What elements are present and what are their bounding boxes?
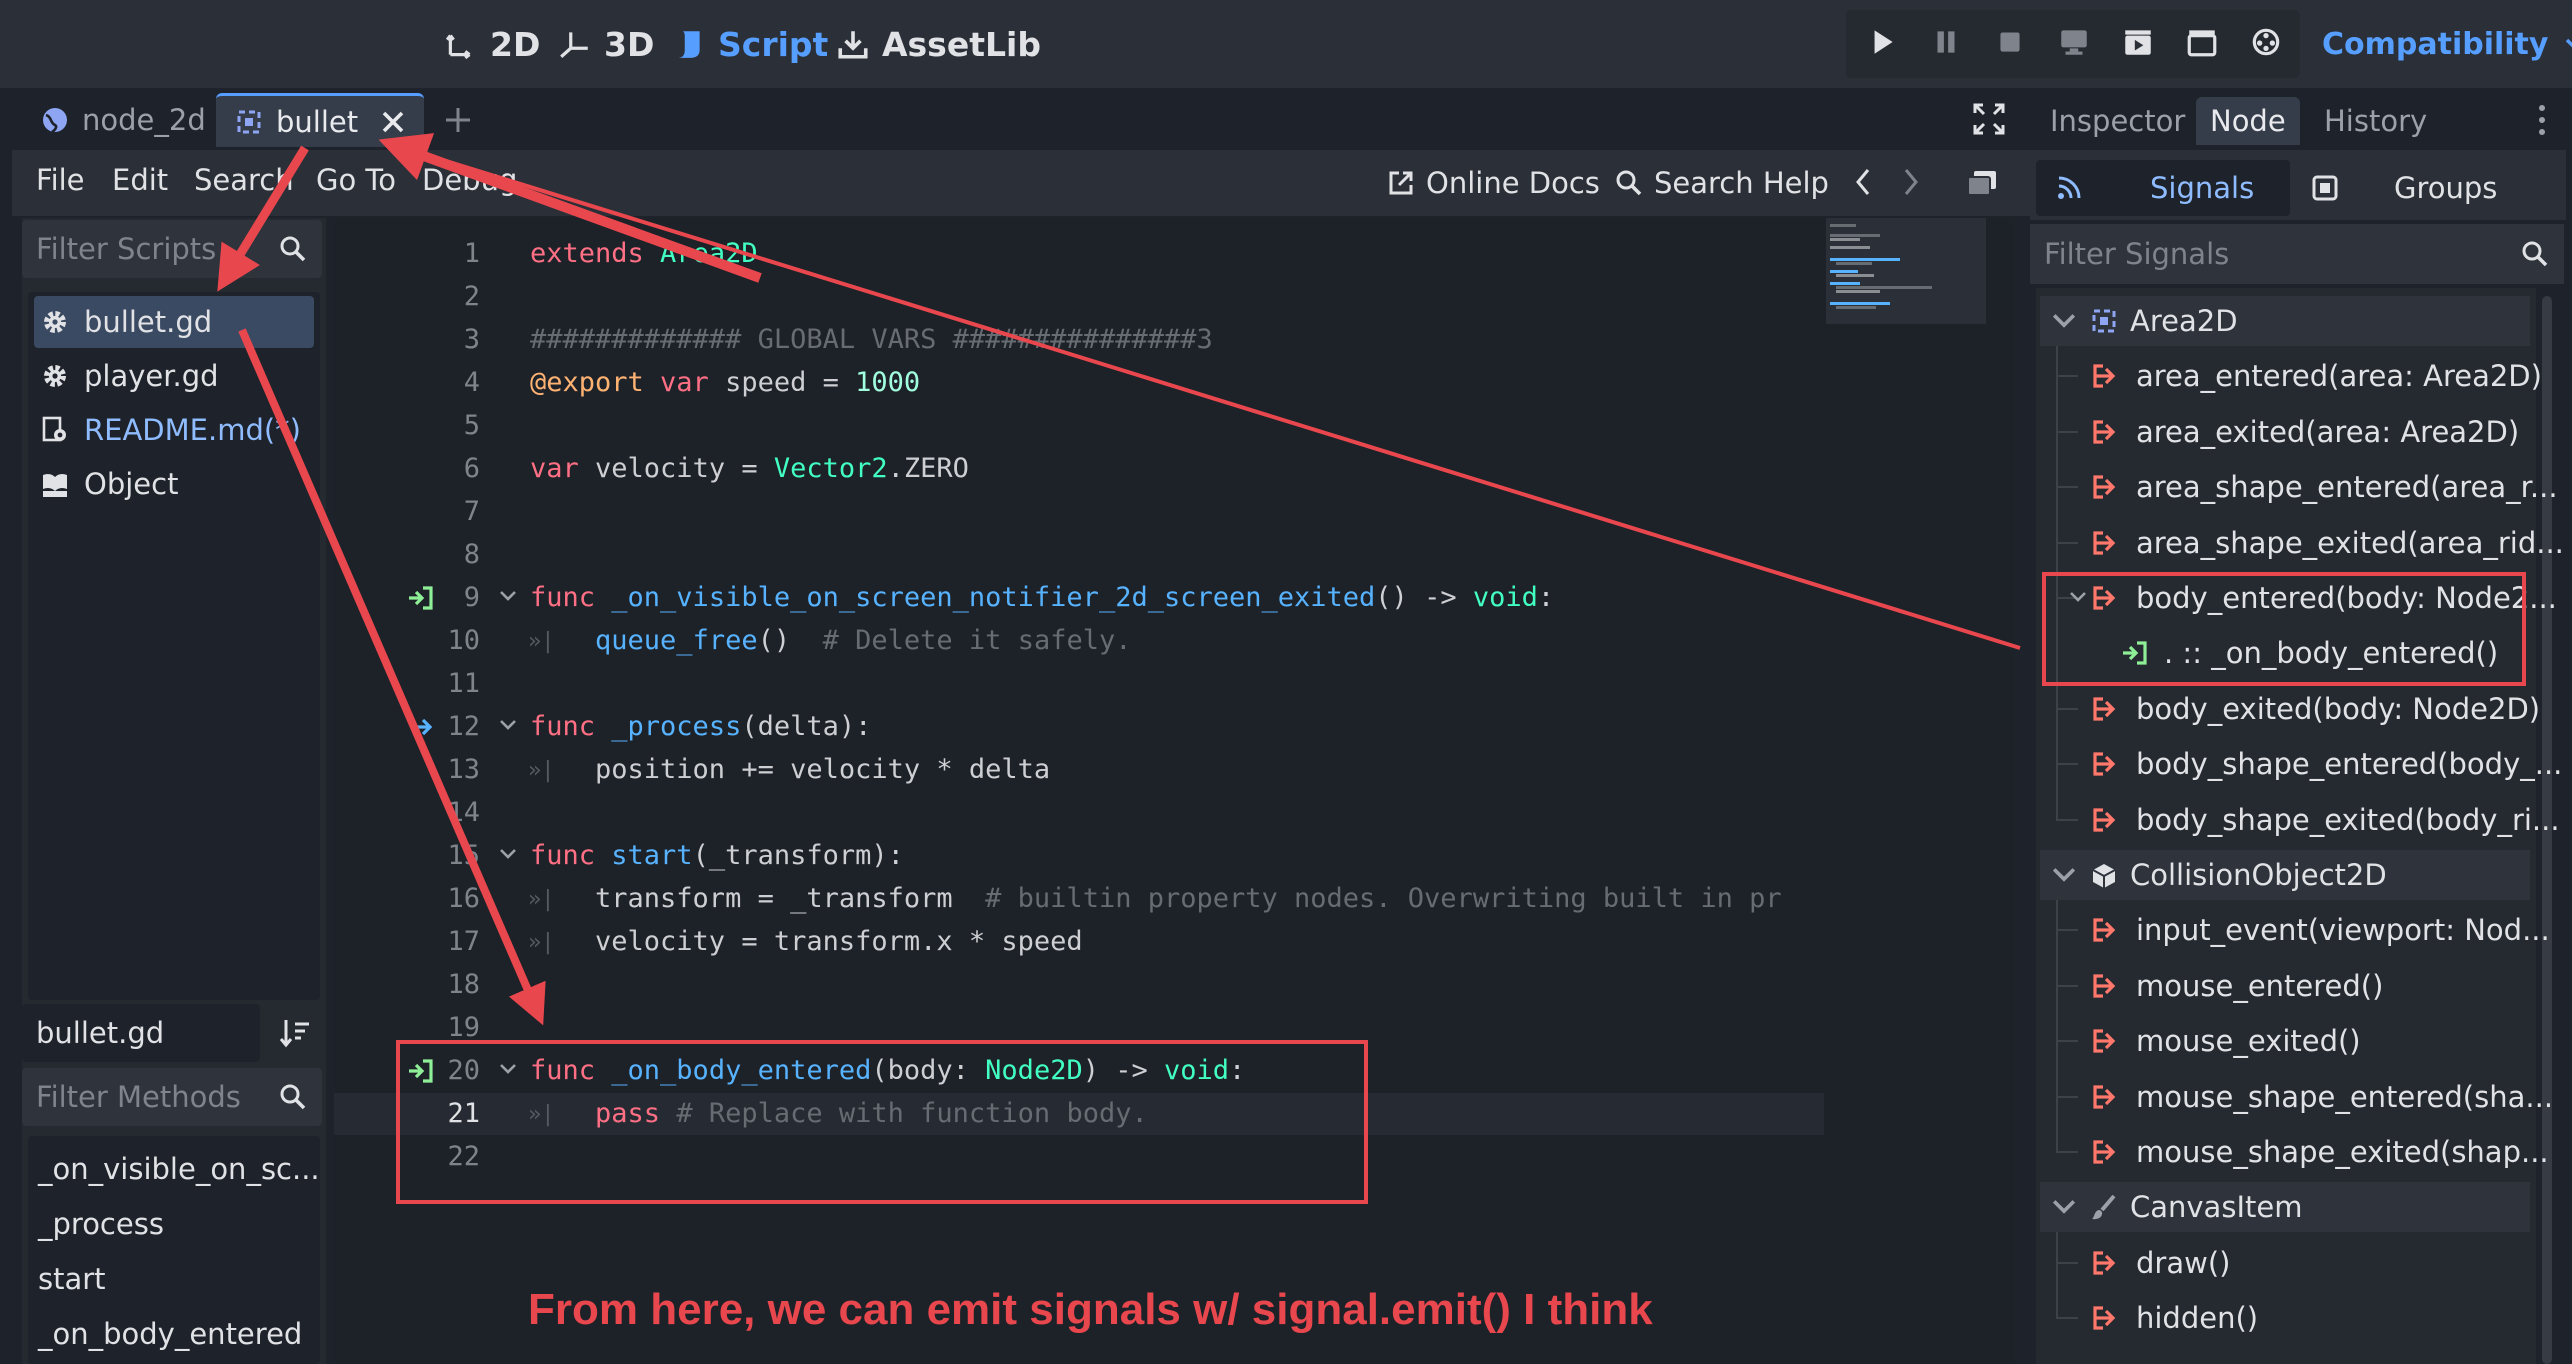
annotation-arrows	[217, 133, 2021, 1026]
